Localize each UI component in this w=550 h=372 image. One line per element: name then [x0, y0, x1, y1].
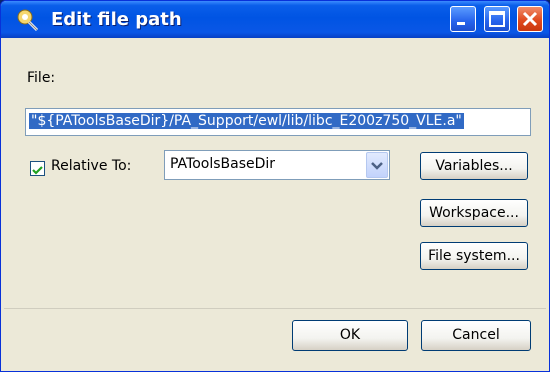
relative-to-value: PAToolsBaseDir [170, 156, 276, 172]
minimize-icon [457, 22, 465, 25]
checkmark-icon [32, 166, 43, 175]
dialog-title: Edit file path [51, 9, 182, 30]
file-system-button[interactable]: File system... [420, 242, 528, 270]
chevron-down-icon [371, 162, 383, 170]
close-button[interactable] [517, 6, 543, 32]
file-path-value: "${PAToolsBaseDir}/PA_Support/ewl/lib/li… [29, 113, 464, 129]
dialog-window: Edit file path File: "${PAToolsBaseDir}/… [0, 0, 550, 372]
file-label: File: [27, 70, 56, 86]
relative-to-checkbox[interactable] [30, 161, 45, 176]
minimize-button[interactable] [450, 6, 476, 32]
file-path-input[interactable]: "${PAToolsBaseDir}/PA_Support/ewl/lib/li… [25, 108, 531, 136]
relative-to-label: Relative To: [51, 158, 132, 174]
maximize-button[interactable] [484, 6, 510, 32]
cancel-button[interactable]: Cancel [421, 320, 531, 351]
dropdown-button[interactable] [366, 152, 388, 178]
button-separator [4, 308, 546, 309]
title-bar[interactable]: Edit file path [1, 1, 549, 38]
dialog-body: File: "${PAToolsBaseDir}/PA_Support/ewl/… [4, 38, 546, 370]
relative-to-select[interactable]: PAToolsBaseDir [164, 150, 390, 180]
close-icon [522, 11, 538, 27]
workspace-button[interactable]: Workspace... [420, 199, 528, 227]
variables-button[interactable]: Variables... [420, 152, 528, 180]
ok-button[interactable]: OK [292, 320, 408, 351]
dialog-app-icon [15, 7, 41, 33]
maximize-icon [489, 11, 505, 27]
